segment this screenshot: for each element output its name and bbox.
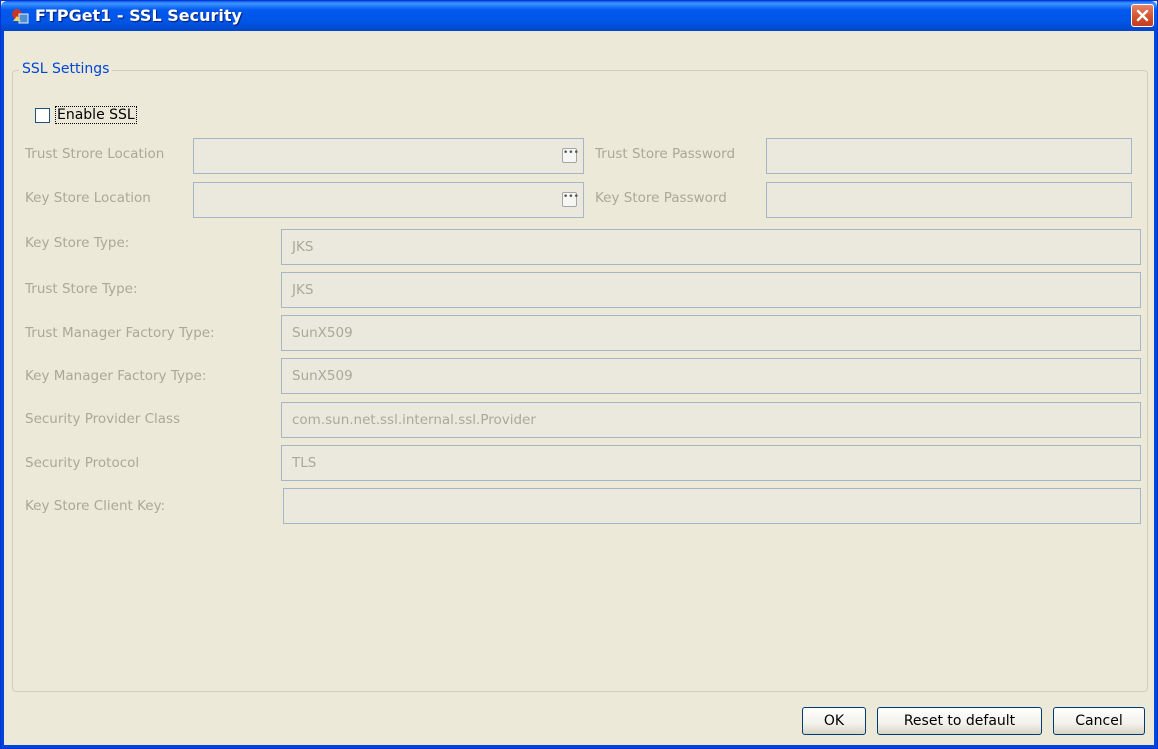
close-icon <box>1136 9 1149 22</box>
key-manager-factory-type-field[interactable]: SunX509 <box>281 358 1141 394</box>
cancel-button[interactable]: Cancel <box>1053 707 1145 735</box>
key-manager-factory-type-label: Key Manager Factory Type: <box>25 368 207 384</box>
key-store-browse-button[interactable]: ••• <box>562 192 579 207</box>
ellipsis-icon: ••• <box>563 148 579 158</box>
security-provider-class-value: com.sun.net.ssl.internal.ssl.Provider <box>292 412 536 428</box>
key-store-type-label: Key Store Type: <box>25 235 130 251</box>
window-frame-left <box>1 31 4 748</box>
trust-store-password-field[interactable] <box>766 138 1132 174</box>
key-store-client-key-label: Key Store Client Key: <box>25 498 166 514</box>
key-store-type-field[interactable]: JKS <box>281 229 1141 265</box>
reset-to-default-button[interactable]: Reset to default <box>877 707 1042 735</box>
security-provider-class-field[interactable]: com.sun.net.ssl.internal.ssl.Provider <box>281 402 1141 438</box>
trust-store-type-field[interactable]: JKS <box>281 272 1141 308</box>
trust-manager-factory-type-field[interactable]: SunX509 <box>281 315 1141 351</box>
key-store-location-field[interactable] <box>193 182 584 218</box>
key-store-client-key-field[interactable] <box>283 488 1141 524</box>
ok-button[interactable]: OK <box>802 707 866 735</box>
security-protocol-value: TLS <box>292 455 317 471</box>
ellipsis-icon: ••• <box>563 192 579 202</box>
window-title: FTPGet1 - SSL Security <box>35 6 242 25</box>
trust-store-password-label: Trust Store Password <box>595 146 736 162</box>
ssl-security-dialog: FTPGet1 - SSL Security SSL Settings Enab… <box>0 0 1158 749</box>
window-frame-right <box>1154 31 1157 748</box>
app-icon <box>12 9 29 24</box>
trust-store-location-field[interactable] <box>193 138 584 174</box>
window-frame-bottom <box>1 745 1157 748</box>
trust-manager-factory-type-value: SunX509 <box>292 325 353 341</box>
key-store-password-field[interactable] <box>766 182 1132 218</box>
key-store-location-label: Key Store Location <box>25 190 151 206</box>
title-bar[interactable]: FTPGet1 - SSL Security <box>1 1 1157 31</box>
security-protocol-label: Security Protocol <box>25 455 140 471</box>
trust-store-location-label: Trust Strore Location <box>25 146 165 162</box>
trust-manager-factory-type-label: Trust Manager Factory Type: <box>25 325 215 341</box>
close-button[interactable] <box>1131 4 1154 27</box>
key-store-type-value: JKS <box>292 239 314 255</box>
enable-ssl-label[interactable]: Enable SSL <box>55 106 137 124</box>
key-store-password-label: Key Store Password <box>595 190 727 206</box>
key-manager-factory-type-value: SunX509 <box>292 368 353 384</box>
ssl-settings-title: SSL Settings <box>19 61 113 77</box>
trust-store-type-label: Trust Store Type: <box>25 281 138 297</box>
enable-ssl-row[interactable]: Enable SSL <box>35 106 137 124</box>
trust-store-browse-button[interactable]: ••• <box>562 148 579 163</box>
trust-store-type-value: JKS <box>292 282 314 298</box>
enable-ssl-checkbox[interactable] <box>35 107 50 123</box>
security-provider-class-label: Security Provider Class <box>25 411 181 427</box>
security-protocol-field[interactable]: TLS <box>281 445 1141 481</box>
